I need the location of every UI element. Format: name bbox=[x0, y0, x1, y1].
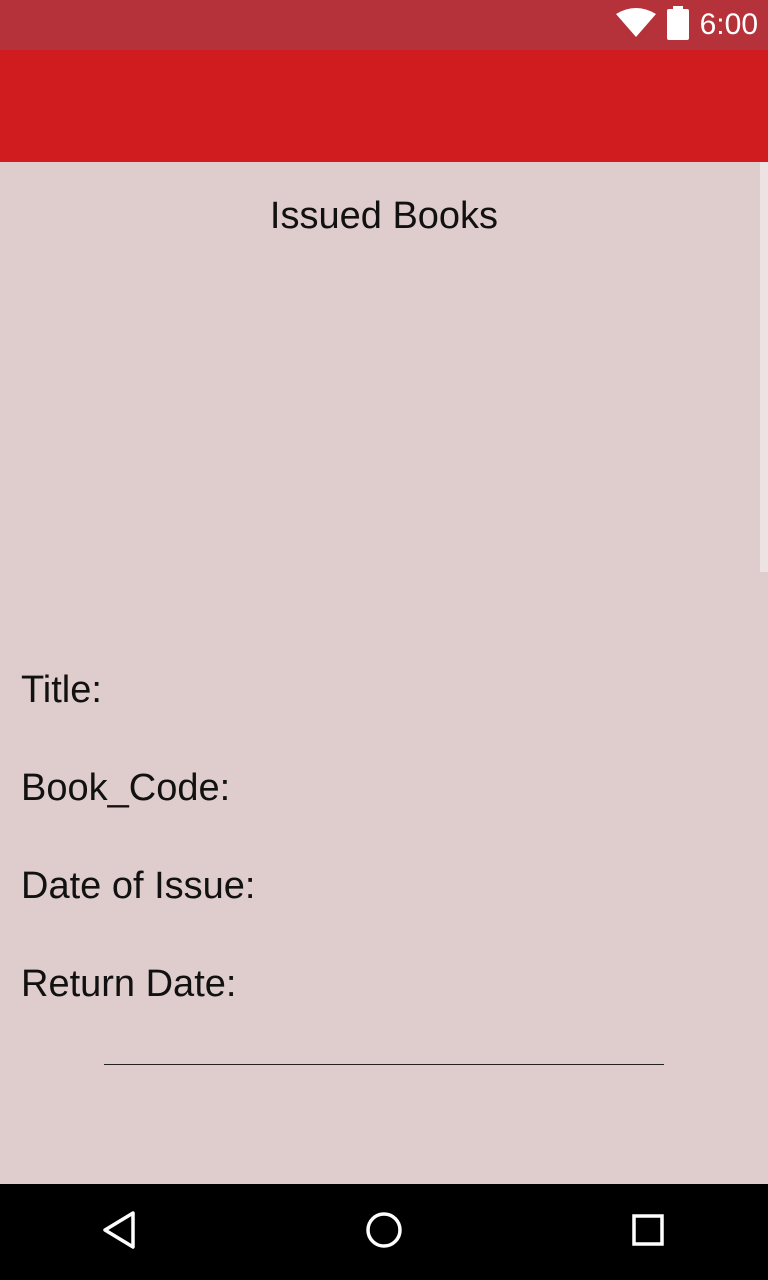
recents-button[interactable] bbox=[600, 1184, 696, 1280]
status-time: 6:00 bbox=[699, 8, 758, 41]
home-icon bbox=[364, 1210, 404, 1254]
book-code-label: Book_Code: bbox=[21, 767, 231, 809]
status-icons: 6:00 bbox=[615, 0, 758, 50]
date-of-issue-label: Date of Issue: bbox=[21, 865, 256, 907]
navigation-bar bbox=[0, 1184, 768, 1280]
home-button[interactable] bbox=[336, 1184, 432, 1280]
recents-icon bbox=[628, 1210, 668, 1254]
back-button[interactable] bbox=[72, 1184, 168, 1280]
issued-books-screen: Issued Books Title: Book_Code: Date of I… bbox=[0, 162, 768, 1184]
battery-icon bbox=[666, 6, 690, 44]
back-icon bbox=[100, 1210, 140, 1254]
app-bar bbox=[0, 50, 768, 162]
status-bar: 6:00 bbox=[0, 0, 768, 50]
return-date-label: Return Date: bbox=[21, 963, 237, 1005]
title-label: Title: bbox=[21, 669, 102, 711]
wifi-icon bbox=[615, 8, 656, 42]
page-title: Issued Books bbox=[269, 195, 499, 237]
divider bbox=[104, 1064, 664, 1065]
